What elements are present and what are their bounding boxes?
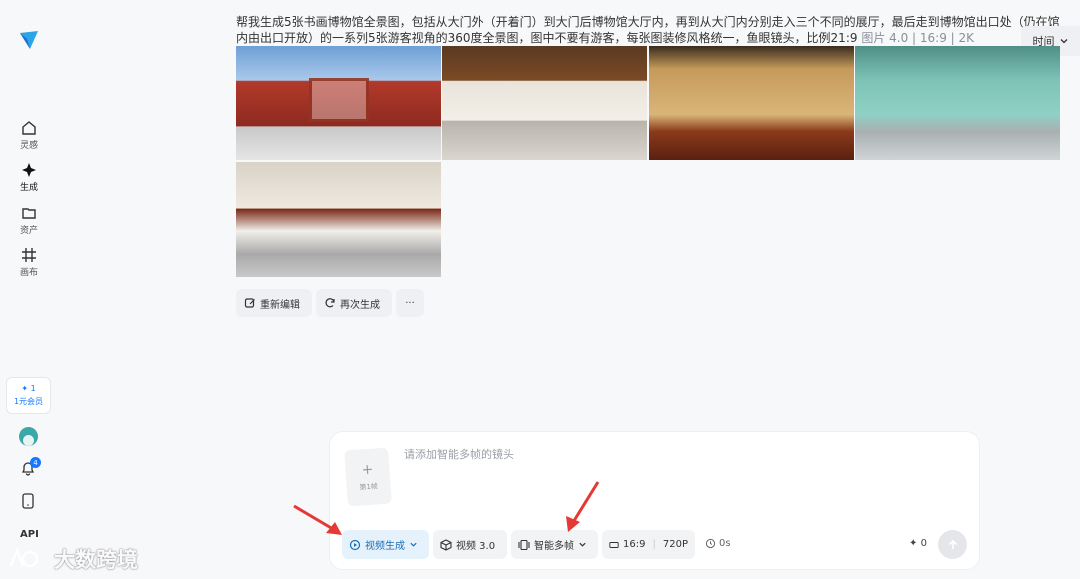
sidebar: 灵感 生成 资产 画布 ✦ 1 1元会员 4 API bbox=[0, 0, 58, 579]
sidebar-item-label: 灵感 bbox=[19, 141, 38, 151]
annotation-arrow-mode bbox=[293, 504, 342, 535]
refresh-icon bbox=[325, 298, 335, 308]
regenerate-button[interactable]: 再次生成 bbox=[316, 289, 392, 317]
more-button[interactable]: ··· bbox=[396, 289, 424, 317]
separator: | bbox=[652, 539, 656, 550]
credits-display: ✦ 0 bbox=[909, 538, 927, 549]
api-link[interactable]: API bbox=[20, 529, 39, 540]
cube-icon bbox=[440, 538, 452, 551]
home-icon bbox=[22, 121, 36, 135]
folder-icon bbox=[22, 208, 36, 219]
vip-button[interactable]: ✦ 1 1元会员 bbox=[6, 377, 51, 414]
vip-label: 1元会员 bbox=[13, 397, 44, 406]
add-frame-button[interactable]: + 第1帧 bbox=[344, 447, 392, 507]
frame-label: 第1帧 bbox=[359, 482, 379, 492]
ratio-resolution-button[interactable]: 16:9 | 720P bbox=[602, 530, 695, 559]
generated-image-2[interactable] bbox=[442, 46, 647, 160]
chevron-down-icon bbox=[579, 542, 586, 547]
reedit-button[interactable]: 重新编辑 bbox=[236, 289, 312, 317]
sidebar-item-assets[interactable]: 资产 bbox=[0, 205, 58, 236]
watermark-logo-icon bbox=[9, 546, 39, 568]
composer: + 第1帧 请添加智能多帧的镜头 视频生成 视频 3.0 智能多帧 16:9 |… bbox=[329, 431, 980, 570]
plus-icon: + bbox=[361, 461, 374, 479]
prompt-text: 帮我生成5张书画博物馆全景图，包括从大门外（开着门）到大门后博物馆大厅内，再到从… bbox=[236, 14, 1066, 46]
sparkle-icon bbox=[22, 163, 36, 177]
model-dropdown[interactable]: 视频 3.0 bbox=[433, 530, 507, 559]
edit-icon bbox=[244, 298, 255, 308]
avatar[interactable] bbox=[19, 427, 38, 446]
sidebar-item-label: 生成 bbox=[19, 183, 38, 193]
sidebar-item-generate[interactable]: 生成 bbox=[0, 162, 58, 193]
duration-display[interactable]: 0s bbox=[705, 538, 731, 549]
aspect-ratio-icon bbox=[609, 541, 619, 548]
chevron-down-icon bbox=[410, 542, 417, 547]
clock-icon bbox=[705, 538, 716, 549]
video-gen-icon bbox=[349, 539, 361, 550]
annotation-arrow-multiframe bbox=[566, 481, 600, 532]
generated-image-5[interactable] bbox=[236, 162, 441, 277]
watermark: 大数跨境 bbox=[8, 544, 138, 574]
chevron-down-icon bbox=[1060, 39, 1067, 44]
mode-dropdown[interactable]: 视频生成 bbox=[342, 530, 429, 559]
send-button[interactable] bbox=[938, 530, 967, 559]
gate-shape bbox=[308, 77, 369, 122]
generated-image-3[interactable] bbox=[649, 46, 854, 160]
mobile-icon[interactable] bbox=[21, 493, 35, 509]
canvas-icon bbox=[22, 248, 36, 262]
generated-image-1[interactable] bbox=[236, 46, 441, 160]
prompt-input[interactable]: 请添加智能多帧的镜头 bbox=[404, 446, 514, 462]
more-icon: ··· bbox=[405, 297, 415, 309]
prompt-meta: 图片 4.0 | 16:9 | 2K bbox=[861, 31, 975, 45]
sidebar-item-label: 资产 bbox=[19, 226, 38, 236]
frames-icon bbox=[518, 539, 530, 550]
sidebar-item-label: 画布 bbox=[19, 268, 38, 278]
generated-image-4[interactable] bbox=[855, 46, 1060, 160]
app-logo[interactable] bbox=[18, 29, 40, 51]
notification-badge: 4 bbox=[30, 457, 41, 468]
sidebar-item-canvas[interactable]: 画布 bbox=[0, 247, 58, 278]
vip-points: ✦ 1 bbox=[21, 384, 36, 393]
sidebar-item-inspiration[interactable]: 灵感 bbox=[0, 120, 58, 151]
arrow-up-icon bbox=[948, 539, 957, 549]
